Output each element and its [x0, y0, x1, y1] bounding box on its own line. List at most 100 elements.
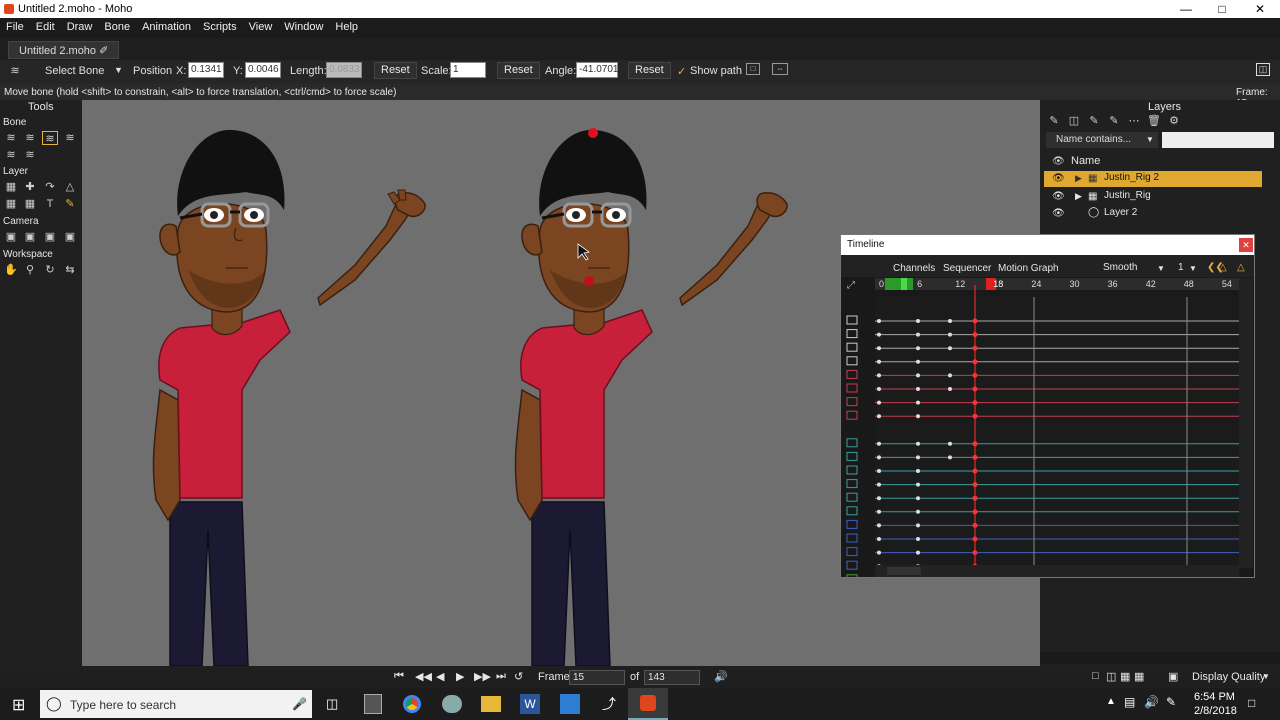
- view-layout-split-icon[interactable]: ◫: [1106, 670, 1116, 683]
- menu-help[interactable]: Help: [329, 18, 364, 36]
- fullscreen-icon[interactable]: ▣: [1168, 670, 1178, 683]
- expand-triangle-icon[interactable]: ▶: [1075, 191, 1082, 202]
- taskbar-date[interactable]: 2/8/2018: [1194, 705, 1237, 717]
- show-path-checkbox[interactable]: ✓: [677, 65, 686, 78]
- new-layer-icon[interactable]: ✎: [1046, 114, 1062, 128]
- show-hidden-icons-icon[interactable]: ▲: [1106, 696, 1116, 707]
- position-y-field[interactable]: 0.0046: [245, 62, 281, 78]
- add-bone-icon[interactable]: ≋: [42, 131, 58, 145]
- menu-animation[interactable]: Animation: [136, 18, 197, 36]
- view-layout-single-icon[interactable]: □: [1092, 670, 1099, 682]
- position-x-field[interactable]: 0.1341: [188, 62, 224, 78]
- menu-bone[interactable]: Bone: [98, 18, 136, 36]
- calculator-icon[interactable]: [364, 694, 382, 714]
- visibility-eye-icon[interactable]: 👁: [1052, 173, 1065, 184]
- bone-flip-icon[interactable]: ⇔: [772, 63, 788, 75]
- menu-edit[interactable]: Edit: [30, 18, 61, 36]
- select-bone-icon[interactable]: ≋: [3, 131, 19, 145]
- last-frame-icon[interactable]: ⏭: [496, 670, 506, 683]
- shear-layer-icon[interactable]: △: [62, 180, 78, 194]
- particle-layer-icon[interactable]: ▦: [22, 197, 38, 211]
- view-layout-quad-icon[interactable]: ▦: [1120, 670, 1130, 683]
- reset-position-button[interactable]: Reset: [374, 62, 417, 79]
- more-options-icon[interactable]: ⋯: [1126, 114, 1142, 128]
- visibility-eye-icon[interactable]: 👁: [1052, 191, 1065, 202]
- layer-row-justin-rig-2[interactable]: 👁 ▶ ▦ Justin_Rig 2: [1044, 171, 1262, 187]
- audio-icon[interactable]: 🔊: [714, 670, 728, 683]
- reparent-bone-icon[interactable]: ≋: [62, 131, 78, 145]
- first-frame-icon[interactable]: ◀◀: [415, 670, 432, 683]
- translate-bone-icon[interactable]: ≋: [22, 131, 38, 145]
- layer-row-layer-2[interactable]: 👁 ◯ Layer 2: [1044, 206, 1262, 222]
- duplicate-layer-icon[interactable]: ◫: [1066, 114, 1082, 128]
- track-camera-icon[interactable]: ▣: [3, 230, 19, 244]
- orbit-workspace-icon[interactable]: ⇆: [62, 263, 78, 277]
- media-app-icon[interactable]: [560, 694, 580, 714]
- current-tool-dropdown[interactable]: Select Bone: [45, 65, 104, 77]
- timeline-graph[interactable]: 0 6 12 18 24 30 36 42 48 54: [841, 235, 1254, 577]
- chrome-icon[interactable]: [403, 695, 421, 713]
- layer-row-justin-rig[interactable]: 👁 ▶ ▦ Justin_Rig: [1044, 189, 1262, 205]
- manipulate-bones-icon[interactable]: ≋: [22, 148, 38, 162]
- switch-layer-icon[interactable]: ▦: [3, 197, 19, 211]
- total-frames-input[interactable]: 143: [644, 670, 700, 685]
- angle-field[interactable]: -41.0701: [576, 62, 618, 78]
- menu-scripts[interactable]: Scripts: [197, 18, 243, 36]
- display-quality-button[interactable]: Display Quality: [1192, 671, 1265, 683]
- filter-chevron-down-icon[interactable]: ▼: [1146, 135, 1154, 144]
- delete-layer-icon[interactable]: 🗑: [1146, 114, 1162, 128]
- document-tab[interactable]: Untitled 2.moho ✐: [8, 41, 120, 59]
- layers-horizontal-scrollbar[interactable]: [1040, 652, 1280, 664]
- scale-field[interactable]: 1: [450, 62, 486, 78]
- roll-camera-icon[interactable]: ▣: [42, 230, 58, 244]
- frame-input[interactable]: 15: [569, 670, 625, 685]
- taskbar-search-box[interactable]: ◯ Type here to search 🎤: [40, 690, 312, 718]
- step-back-icon[interactable]: ◀: [436, 670, 444, 683]
- zoom-camera-icon[interactable]: ▣: [22, 230, 38, 244]
- copy-layer-icon[interactable]: ✎: [1086, 114, 1102, 128]
- step-forward-icon[interactable]: ▶▶: [474, 670, 491, 683]
- visibility-eye-icon[interactable]: 👁: [1052, 208, 1065, 219]
- minimize-button[interactable]: —: [1168, 0, 1204, 18]
- layer-search-input[interactable]: [1162, 132, 1274, 148]
- bone-constraint-icon[interactable]: □: [746, 63, 760, 75]
- menu-draw[interactable]: Draw: [61, 18, 99, 36]
- word-icon[interactable]: W: [520, 694, 540, 714]
- windows-start-icon[interactable]: ⊞: [12, 695, 25, 715]
- rewind-to-start-icon[interactable]: ⏮: [394, 670, 404, 683]
- file-explorer-icon[interactable]: [481, 696, 501, 712]
- translate-layer-icon[interactable]: ✚: [22, 180, 38, 194]
- length-field[interactable]: 0.0833: [326, 62, 362, 78]
- set-origin-icon[interactable]: ▦: [3, 180, 19, 194]
- volume-icon[interactable]: 🔊: [1144, 695, 1159, 709]
- network-icon[interactable]: ▤: [1124, 695, 1135, 709]
- layer-filter-dropdown[interactable]: Name contains...: [1046, 132, 1158, 148]
- microphone-icon[interactable]: 🎤: [292, 697, 307, 711]
- loop-icon[interactable]: ↺: [514, 670, 523, 683]
- layer-settings-icon[interactable]: ⚙: [1166, 114, 1182, 128]
- display-quality-chevron-down-icon[interactable]: ▼: [1262, 672, 1270, 681]
- pen-ink-icon[interactable]: ✎: [1166, 695, 1176, 709]
- hand-tool-icon[interactable]: ✋: [3, 263, 19, 277]
- rotate-layer-icon[interactable]: ↷: [42, 180, 58, 194]
- close-window-button[interactable]: ✕: [1242, 0, 1278, 18]
- maximize-button[interactable]: □: [1204, 0, 1240, 18]
- pan-tilt-camera-icon[interactable]: ▣: [62, 230, 78, 244]
- chevron-down-icon[interactable]: ▼: [114, 65, 123, 75]
- expand-triangle-icon[interactable]: ▶: [1075, 173, 1082, 184]
- moho-taskbar-button[interactable]: [628, 688, 668, 720]
- view-layout-grid-icon[interactable]: ▦: [1134, 670, 1144, 683]
- panel-layout-icon[interactable]: ◫: [1256, 63, 1270, 76]
- zoom-tool-icon[interactable]: ⚲: [22, 263, 38, 277]
- menu-view[interactable]: View: [243, 18, 279, 36]
- app-icon[interactable]: [442, 695, 462, 713]
- taskbar-time[interactable]: 6:54 PM: [1194, 691, 1235, 703]
- task-view-icon[interactable]: ◫: [326, 696, 338, 712]
- bone-strength-icon[interactable]: ≋: [3, 148, 19, 162]
- menu-window[interactable]: Window: [278, 18, 329, 36]
- reset-angle-button[interactable]: Reset: [628, 62, 671, 79]
- paste-layer-icon[interactable]: ✎: [1106, 114, 1122, 128]
- eyedropper-icon[interactable]: ✎: [62, 197, 78, 211]
- play-icon[interactable]: ▶: [456, 670, 464, 683]
- rotate-workspace-icon[interactable]: ↻: [42, 263, 58, 277]
